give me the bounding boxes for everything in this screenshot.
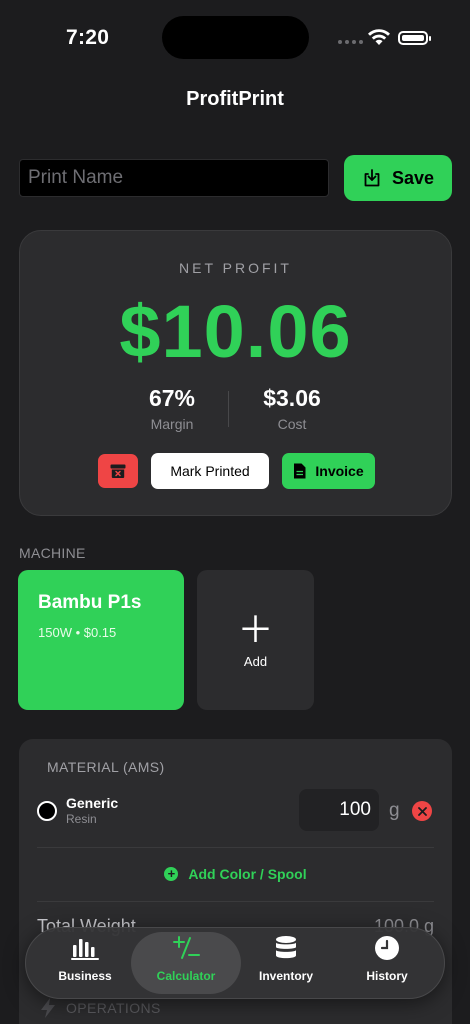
machine-card-selected[interactable]: Bambu P1s 150W • $0.15	[18, 570, 184, 710]
document-icon	[294, 463, 306, 479]
margin-label: Margin	[150, 416, 194, 432]
add-machine-button[interactable]: ＋ Add	[197, 570, 314, 710]
archive-x-icon	[110, 464, 126, 478]
material-type: Resin	[66, 812, 97, 826]
tab-history[interactable]: History	[332, 932, 442, 994]
save-tray-icon	[364, 169, 380, 187]
plus-circle-icon: +	[164, 867, 179, 881]
material-name: Generic	[66, 795, 119, 811]
machine-name: Bambu P1s	[38, 592, 142, 613]
divider	[37, 847, 434, 848]
close-icon	[417, 806, 427, 816]
wifi-icon	[368, 29, 390, 45]
print-name-input[interactable]	[19, 159, 329, 197]
material-weight-unit: g	[389, 800, 400, 821]
database-icon	[276, 936, 296, 959]
margin-value: 67%	[148, 385, 196, 411]
tab-history-label: History	[366, 969, 408, 983]
cost-stat: $3.06 Cost	[232, 385, 352, 432]
remove-material-icon[interactable]	[412, 801, 432, 821]
invoice-button-label: Invoice	[315, 463, 364, 479]
dynamic-island	[162, 16, 309, 59]
bolt-icon	[41, 998, 55, 1018]
cellular-signal-icon	[338, 40, 363, 44]
save-button[interactable]: Save	[344, 155, 452, 201]
invoice-button[interactable]: Invoice	[282, 453, 375, 489]
tab-bar: Business Calculator Inventory History	[25, 927, 445, 999]
tab-business-label: Business	[58, 969, 112, 983]
tab-business[interactable]: Business	[30, 932, 140, 994]
clock-icon	[375, 936, 399, 960]
stat-divider	[228, 391, 229, 427]
add-machine-label: Add	[243, 653, 268, 669]
material-section-label: MATERIAL (AMS)	[47, 759, 165, 775]
material-weight-input[interactable]	[299, 789, 379, 831]
margin-stat: 67% Margin	[112, 385, 232, 432]
plus-minus-icon	[173, 936, 200, 959]
machine-section-label: MACHINE	[19, 545, 86, 561]
delete-print-button[interactable]	[98, 454, 138, 488]
status-time: 7:20	[66, 26, 110, 49]
add-color-spool-button[interactable]: + Add Color / Spool	[19, 866, 452, 882]
mark-printed-button[interactable]: Mark Printed	[151, 453, 269, 489]
save-button-label: Save	[391, 167, 435, 188]
plus-icon: ＋	[237, 608, 274, 650]
tab-inventory-label: Inventory	[258, 969, 313, 983]
status-bar: 7:20	[0, 0, 470, 76]
battery-icon	[398, 31, 431, 45]
bar-chart-icon	[71, 939, 99, 960]
tab-inventory[interactable]: Inventory	[231, 932, 341, 994]
net-profit-value: $10.06	[119, 290, 352, 373]
divider	[37, 901, 434, 902]
cost-value: $3.06	[263, 385, 321, 411]
app-title: ProfitPrint	[186, 88, 284, 110]
machine-spec: 150W • $0.15	[38, 625, 117, 640]
net-profit-label: NET PROFIT	[179, 260, 292, 276]
operations-section-label: OPERATIONS	[40, 998, 161, 1018]
net-profit-card: NET PROFIT $10.06 67% Margin $3.06 Cost …	[19, 230, 452, 516]
material-color-swatch[interactable]	[37, 801, 57, 821]
tab-calculator[interactable]: Calculator	[131, 932, 241, 994]
cost-label: Cost	[277, 416, 307, 432]
tab-calculator-label: Calculator	[156, 969, 216, 983]
add-color-spool-label: Add Color / Spool	[188, 866, 307, 882]
